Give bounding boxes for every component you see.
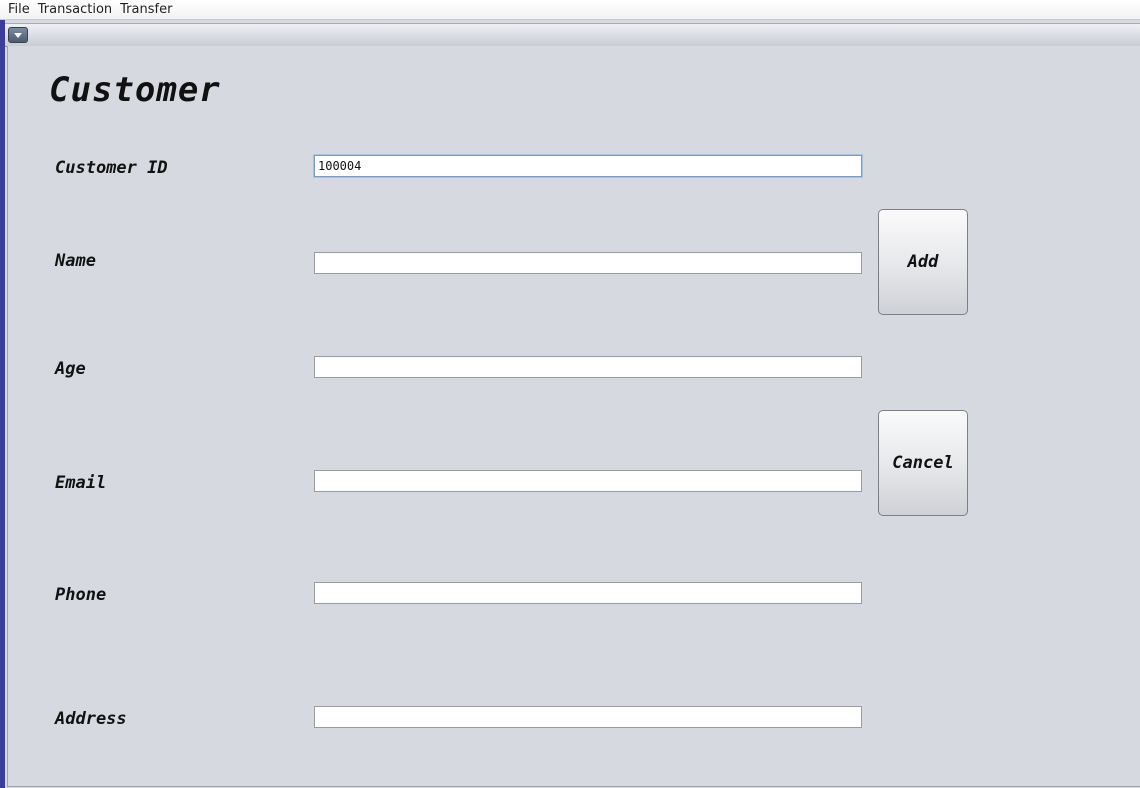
- cancel-button[interactable]: Cancel: [878, 410, 968, 516]
- age-field[interactable]: [314, 356, 862, 378]
- menu-transfer[interactable]: Transfer: [116, 0, 176, 19]
- address-label: Address: [55, 709, 127, 729]
- window-frame-edge: [0, 20, 5, 788]
- name-field[interactable]: [314, 252, 862, 274]
- page-title: Customer: [49, 70, 221, 110]
- age-label: Age: [55, 359, 86, 379]
- email-label: Email: [55, 473, 107, 493]
- name-label: Name: [55, 251, 96, 271]
- phone-label: Phone: [55, 585, 107, 605]
- menu-transaction[interactable]: Transaction: [34, 0, 116, 19]
- address-field[interactable]: [314, 706, 862, 728]
- internal-frame-titlebar[interactable]: [5, 23, 1140, 47]
- customer-id-label: Customer ID: [55, 158, 168, 178]
- email-field[interactable]: [314, 470, 862, 492]
- phone-field[interactable]: [314, 582, 862, 604]
- menu-file[interactable]: File: [0, 0, 34, 19]
- menu-bar: File Transaction Transfer: [0, 0, 1140, 20]
- customer-id-field[interactable]: [314, 155, 862, 177]
- chevron-down-icon[interactable]: [8, 27, 28, 43]
- add-button[interactable]: Add: [878, 209, 968, 315]
